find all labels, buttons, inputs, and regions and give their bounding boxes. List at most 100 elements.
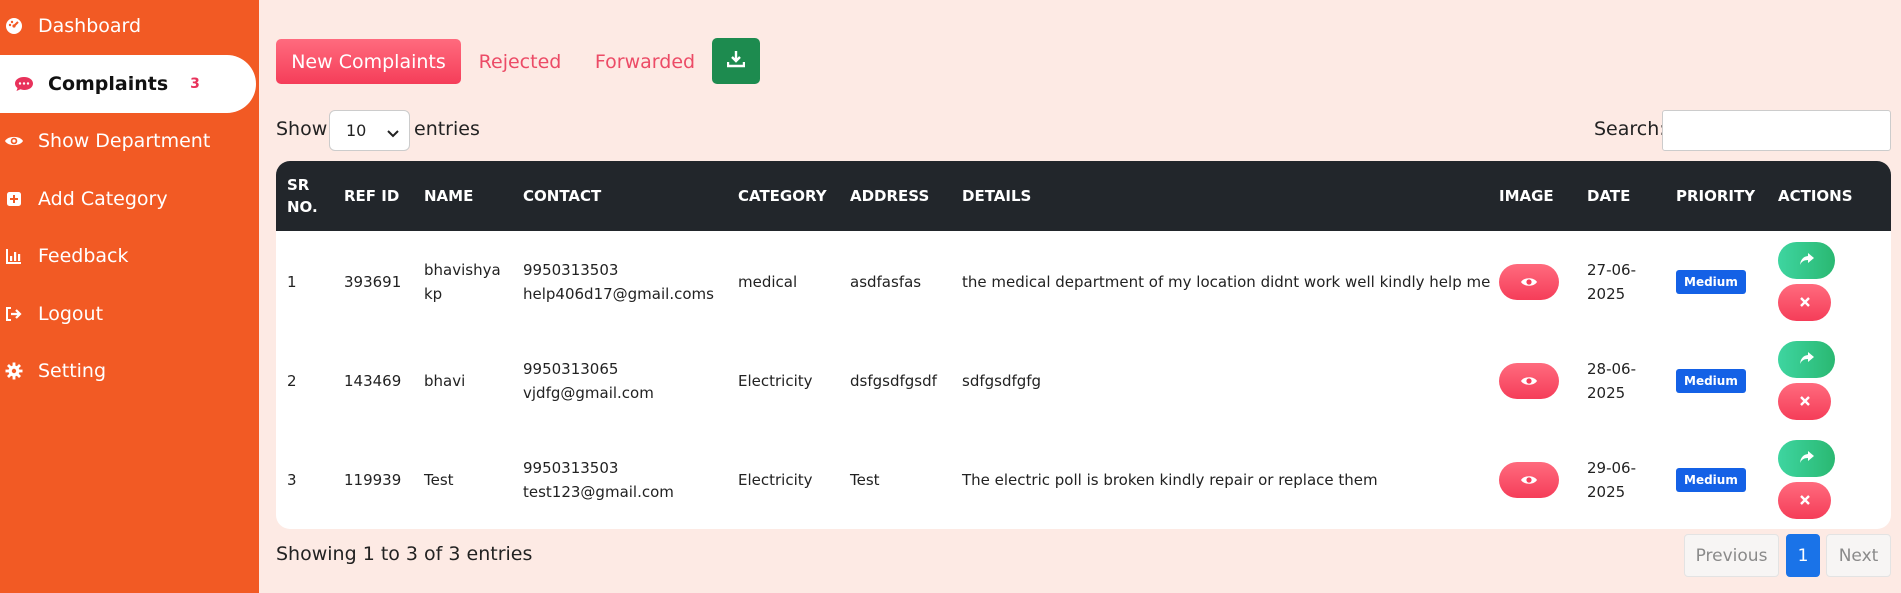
share-arrow-icon <box>1799 350 1815 369</box>
cell-address: dsfgsdfgsdf <box>850 372 937 390</box>
complaints-count-badge: 3 <box>190 76 200 92</box>
priority-badge: Medium <box>1676 468 1746 492</box>
cell-ref-id: 119939 <box>344 471 402 489</box>
cell-ref-id: 393691 <box>344 273 402 291</box>
reject-button[interactable] <box>1778 383 1831 420</box>
eye-icon <box>1520 273 1538 292</box>
sidebar-item-setting[interactable]: Setting <box>0 342 106 400</box>
cell-date: 28-06- <box>1587 360 1636 378</box>
view-image-button[interactable] <box>1499 462 1559 498</box>
sidebar: Dashboard Complaints 3 Show Department A… <box>0 0 259 593</box>
tab-forwarded[interactable]: Forwarded <box>586 39 704 84</box>
entries-value: 10 <box>346 121 367 140</box>
cell-date-year: 2025 <box>1587 285 1626 303</box>
download-button[interactable] <box>712 38 760 84</box>
chart-bar-icon <box>4 246 24 266</box>
sidebar-item-label: Show Department <box>38 130 211 152</box>
header-image: IMAGE <box>1499 187 1554 205</box>
dashboard-gauge-icon <box>4 16 24 36</box>
gear-icon <box>4 361 24 381</box>
cell-date-year: 2025 <box>1587 483 1626 501</box>
cell-sr: 3 <box>287 471 297 489</box>
cell-email: help406d17@gmail.coms <box>523 285 714 303</box>
sidebar-item-label: Dashboard <box>38 15 142 37</box>
eye-icon <box>1520 471 1538 490</box>
close-icon <box>1799 491 1811 510</box>
forward-button[interactable] <box>1778 341 1835 378</box>
sidebar-item-show-department[interactable]: Show Department <box>0 112 210 170</box>
sidebar-item-label: Feedback <box>38 245 129 267</box>
cell-date: 29-06- <box>1587 459 1636 477</box>
header-sr-no: NO. <box>287 198 318 216</box>
table-header: SR NO. REF ID NAME CONTACT CATEGORY ADDR… <box>276 161 1891 231</box>
complaints-table: SR NO. REF ID NAME CONTACT CATEGORY ADDR… <box>276 161 1891 529</box>
share-arrow-icon <box>1799 251 1815 270</box>
reject-button[interactable] <box>1778 482 1831 519</box>
eye-icon <box>1520 372 1538 391</box>
sidebar-item-add-category[interactable]: Add Category <box>0 170 168 228</box>
entries-label: entries <box>414 118 480 140</box>
close-icon <box>1799 293 1811 312</box>
share-arrow-icon <box>1799 449 1815 468</box>
header-category: CATEGORY <box>738 187 827 205</box>
cell-category: Electricity <box>738 471 813 489</box>
forward-button[interactable] <box>1778 242 1835 279</box>
cell-name: bhavishya <box>424 261 501 279</box>
cell-date: 27-06- <box>1587 261 1636 279</box>
entries-select[interactable]: 10 <box>329 110 410 151</box>
header-priority: PRIORITY <box>1676 187 1756 205</box>
sidebar-item-feedback[interactable]: Feedback <box>0 227 128 285</box>
sidebar-item-label: Complaints <box>48 73 169 95</box>
tab-new-complaints[interactable]: New Complaints <box>276 39 461 84</box>
cell-name-cont: kp <box>424 285 443 303</box>
eye-icon <box>4 131 24 151</box>
header-contact: CONTACT <box>523 187 602 205</box>
forward-button[interactable] <box>1778 440 1835 477</box>
cell-category: Electricity <box>738 372 813 390</box>
cell-name: bhavi <box>424 372 466 390</box>
cell-date-year: 2025 <box>1587 384 1626 402</box>
search-label: Search: <box>1594 118 1666 140</box>
plus-square-icon <box>4 189 24 209</box>
cell-details: sdfgsdfgfg <box>962 372 1042 390</box>
cell-phone: 9950313065 <box>523 360 619 378</box>
logout-icon <box>4 304 24 324</box>
header-actions: ACTIONS <box>1778 187 1853 205</box>
close-icon <box>1799 392 1811 411</box>
header-name: NAME <box>424 187 474 205</box>
cell-email: test123@gmail.com <box>523 483 674 501</box>
reject-button[interactable] <box>1778 284 1831 321</box>
download-icon <box>726 50 746 72</box>
sidebar-item-label: Add Category <box>38 188 168 210</box>
cell-name: Test <box>424 471 454 489</box>
header-details: DETAILS <box>962 187 1032 205</box>
pagination-page-1[interactable]: 1 <box>1786 534 1820 577</box>
sidebar-item-label: Logout <box>38 303 104 325</box>
cell-address: Test <box>850 471 880 489</box>
cell-phone: 9950313503 <box>523 459 619 477</box>
cell-category: medical <box>738 273 798 291</box>
view-image-button[interactable] <box>1499 264 1559 300</box>
view-image-button[interactable] <box>1499 363 1559 399</box>
header-address: ADDRESS <box>850 187 930 205</box>
cell-address: asdfasfas <box>850 273 922 291</box>
pagination-previous[interactable]: Previous <box>1684 534 1779 577</box>
search-input[interactable] <box>1662 110 1891 151</box>
cell-email: vjdfg@gmail.com <box>523 384 654 402</box>
priority-badge: Medium <box>1676 369 1746 393</box>
cell-details: the medical department of my location di… <box>962 273 1491 291</box>
header-sr: SR <box>287 176 310 194</box>
showing-entries-info: Showing 1 to 3 of 3 entries <box>276 543 533 565</box>
cell-sr: 1 <box>287 273 297 291</box>
sidebar-item-dashboard[interactable]: Dashboard <box>0 0 141 55</box>
pagination-next[interactable]: Next <box>1826 534 1891 577</box>
header-date: DATE <box>1587 187 1631 205</box>
cell-ref-id: 143469 <box>344 372 402 390</box>
cell-sr: 2 <box>287 372 297 390</box>
sidebar-item-complaints[interactable]: Complaints 3 <box>0 55 256 113</box>
priority-badge: Medium <box>1676 270 1746 294</box>
sidebar-item-logout[interactable]: Logout <box>0 285 103 343</box>
cell-details: The electric poll is broken kindly repai… <box>962 471 1378 489</box>
chevron-down-icon <box>387 124 399 143</box>
tab-rejected[interactable]: Rejected <box>470 39 570 84</box>
